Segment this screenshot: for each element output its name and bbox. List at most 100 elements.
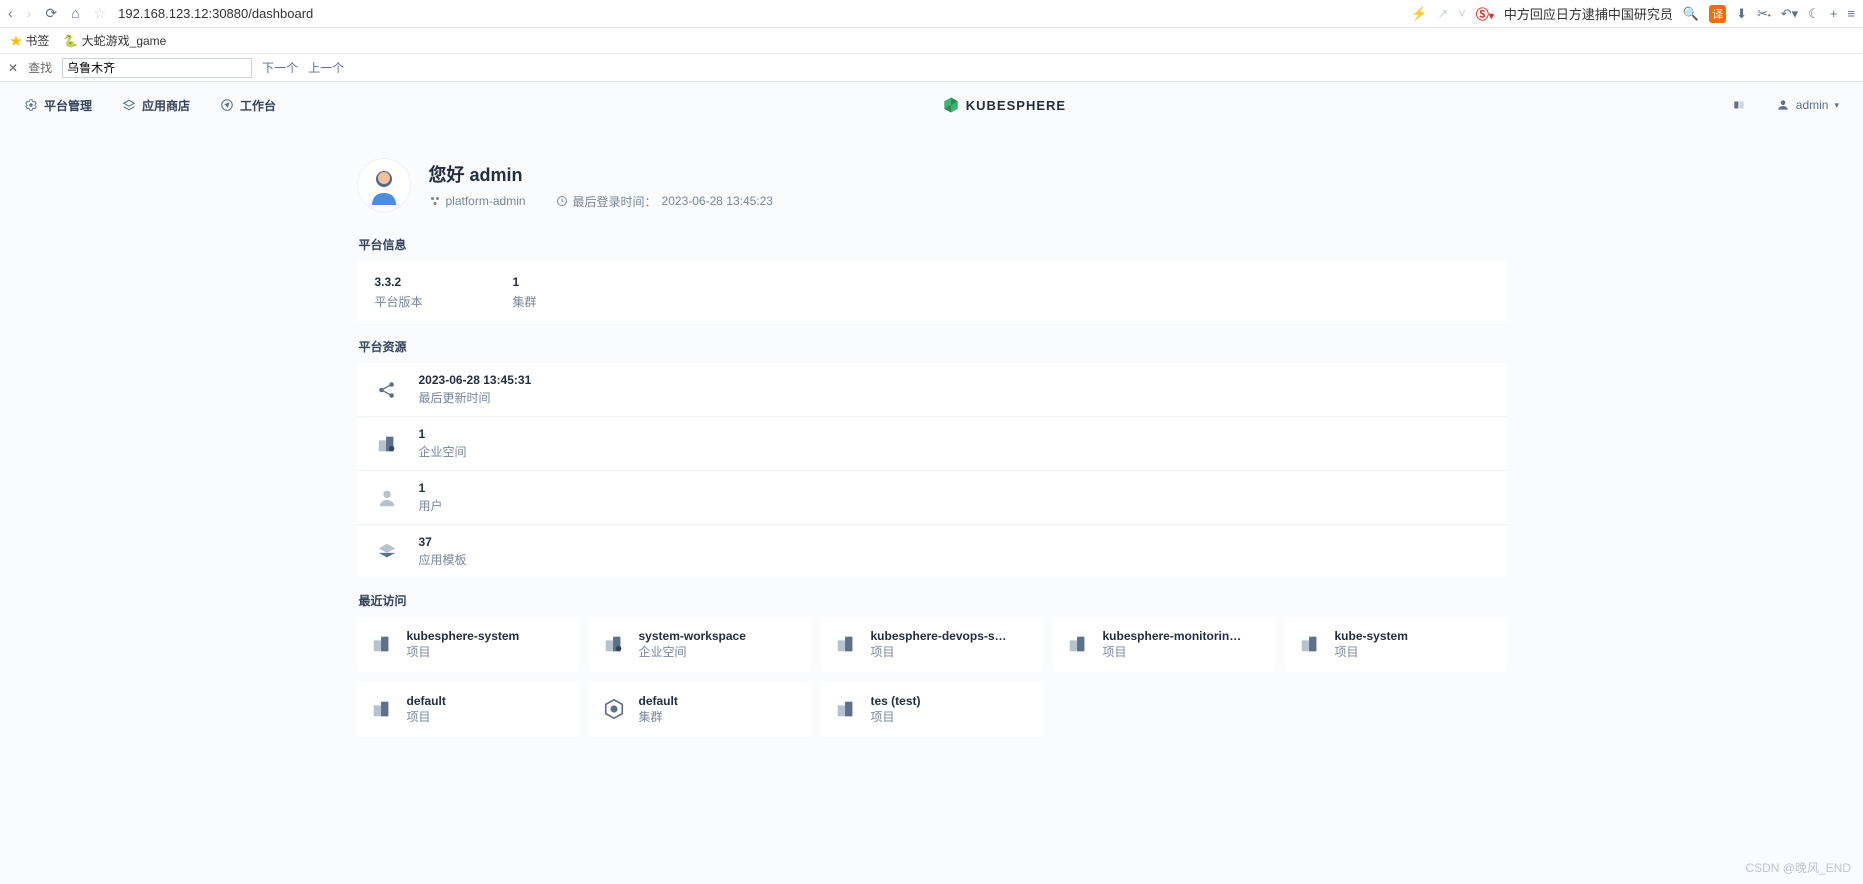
sogou-icon[interactable]: Ⓢ▾ bbox=[1476, 4, 1494, 23]
nav-platform[interactable]: 平台管理 bbox=[24, 97, 92, 114]
notification-icon[interactable] bbox=[1732, 98, 1746, 112]
plus-icon[interactable]: + bbox=[1830, 6, 1838, 21]
recent-sub: 项目 bbox=[871, 708, 921, 725]
search-icon[interactable]: 🔍 bbox=[1683, 6, 1699, 22]
news-text[interactable]: 中方回应日方逮捕中国研究员 bbox=[1504, 4, 1673, 23]
template-icon bbox=[373, 538, 401, 566]
recent-title: system-workspace bbox=[639, 629, 746, 643]
resource-val: 2023-06-28 13:45:31 bbox=[419, 373, 532, 387]
recent-card[interactable]: default项目 bbox=[357, 682, 579, 737]
resource-row[interactable]: 37 应用模板 bbox=[357, 525, 1507, 578]
user-menu[interactable]: admin ▾ bbox=[1776, 98, 1839, 112]
resource-lbl: 用户 bbox=[419, 497, 443, 514]
recent-card[interactable]: default集群 bbox=[589, 682, 811, 737]
avatar bbox=[357, 158, 411, 212]
recent-title: tes (test) bbox=[871, 694, 921, 708]
project-icon bbox=[371, 698, 395, 722]
recent-card[interactable]: kubesphere-devops-system项目 bbox=[821, 617, 1043, 672]
cluster-count-item: 1 集群 bbox=[513, 275, 537, 310]
resource-row[interactable]: 1 企业空间 bbox=[357, 417, 1507, 471]
store-icon bbox=[122, 98, 136, 112]
logo[interactable]: KUBESPHERE bbox=[276, 96, 1732, 114]
resource-val: 37 bbox=[419, 535, 467, 549]
share-icon bbox=[373, 376, 401, 404]
hello-header: 您好 admin platform-admin 最后登录时间：2023-06-2… bbox=[357, 158, 1507, 212]
role-icon bbox=[429, 195, 441, 207]
project-icon bbox=[1299, 633, 1323, 657]
scissors-icon[interactable]: ✂• bbox=[1757, 6, 1771, 22]
recent-sub: 企业空间 bbox=[639, 643, 746, 660]
lastlogin: 最后登录时间：2023-06-28 13:45:23 bbox=[556, 193, 773, 210]
menu-icon[interactable]: ≡ bbox=[1847, 6, 1855, 21]
recent-title: kubesphere-system bbox=[407, 629, 520, 643]
reload-icon[interactable]: ⟳ bbox=[45, 5, 57, 22]
bookmark-item[interactable]: 🐍 大蛇游戏_game bbox=[63, 32, 166, 49]
gear-icon bbox=[24, 98, 38, 112]
project-icon bbox=[1067, 633, 1091, 657]
cluster-icon bbox=[603, 698, 627, 722]
section-recent: 最近访问 bbox=[359, 592, 1507, 609]
resource-row[interactable]: 1 用户 bbox=[357, 471, 1507, 525]
recent-title: default bbox=[407, 694, 446, 708]
project-icon bbox=[371, 633, 395, 657]
resource-row[interactable]: 2023-06-28 13:45:31 最后更新时间 bbox=[357, 363, 1507, 417]
home-icon[interactable]: ⌂ bbox=[71, 5, 79, 22]
platform-info-card: 3.3.2 平台版本 1 集群 bbox=[357, 261, 1507, 324]
recent-title: kubesphere-devops-system bbox=[871, 629, 1011, 643]
section-platform-resources: 平台资源 bbox=[359, 338, 1507, 355]
translate-badge[interactable]: 译 bbox=[1709, 5, 1726, 23]
recent-card[interactable]: kube-system项目 bbox=[1285, 617, 1507, 672]
recent-title: kubesphere-monitoring-federat... bbox=[1103, 629, 1243, 643]
chevron-down-icon[interactable]: ˅ bbox=[1458, 6, 1466, 21]
recent-card[interactable]: kubesphere-system项目 bbox=[357, 617, 579, 672]
url-text[interactable]: 192.168.123.12:30880/dashboard bbox=[118, 6, 313, 21]
hello-title: 您好 admin bbox=[429, 161, 773, 187]
star-icon[interactable]: ☆ bbox=[94, 5, 107, 22]
resource-lbl: 最后更新时间 bbox=[419, 389, 532, 406]
resource-lbl: 企业空间 bbox=[419, 443, 467, 460]
user-icon bbox=[373, 484, 401, 512]
moon-icon[interactable]: ☾ bbox=[1808, 6, 1820, 22]
recent-title: kube-system bbox=[1335, 629, 1408, 643]
find-next[interactable]: 下一个 bbox=[262, 59, 298, 76]
share-icon[interactable]: ↗ bbox=[1437, 6, 1448, 22]
find-prev[interactable]: 上一个 bbox=[308, 59, 344, 76]
recent-card[interactable]: system-workspace企业空间 bbox=[589, 617, 811, 672]
recent-title: default bbox=[639, 694, 678, 708]
user-icon bbox=[1776, 98, 1790, 112]
back-icon[interactable]: ‹ bbox=[8, 5, 13, 22]
find-bar: ✕ 查找 下一个 上一个 bbox=[0, 54, 1863, 82]
version-item: 3.3.2 平台版本 bbox=[375, 275, 423, 310]
bookmark-folder[interactable]: ★ 书签 bbox=[10, 32, 49, 49]
flash-icon[interactable]: ⚡ bbox=[1411, 6, 1427, 22]
bookmark-bar: ★ 书签 🐍 大蛇游戏_game bbox=[0, 28, 1863, 54]
nav-workbench[interactable]: 工作台 bbox=[220, 97, 276, 114]
section-platform-info: 平台信息 bbox=[359, 236, 1507, 253]
recent-sub: 项目 bbox=[1335, 643, 1408, 660]
find-label: 查找 bbox=[28, 59, 52, 76]
chevron-down-icon: ▾ bbox=[1834, 100, 1839, 111]
forward-icon[interactable]: › bbox=[27, 5, 32, 22]
close-find-icon[interactable]: ✕ bbox=[8, 61, 18, 75]
role-badge: platform-admin bbox=[429, 193, 526, 210]
undo-icon[interactable]: ↶▾ bbox=[1781, 6, 1798, 22]
recent-card[interactable]: kubesphere-monitoring-federat...项目 bbox=[1053, 617, 1275, 672]
watermark: CSDN @晚风_END bbox=[1745, 859, 1851, 876]
resource-val: 1 bbox=[419, 427, 467, 441]
download-icon[interactable]: ⬇ bbox=[1736, 6, 1747, 22]
find-input[interactable] bbox=[62, 58, 252, 78]
recent-sub: 项目 bbox=[1103, 643, 1243, 660]
recent-sub: 集群 bbox=[639, 708, 678, 725]
browser-toolbar: ‹ › ⟳ ⌂ ☆ 192.168.123.12:30880/dashboard… bbox=[0, 0, 1863, 28]
nav-appstore[interactable]: 应用商店 bbox=[122, 97, 190, 114]
recent-sub: 项目 bbox=[871, 643, 1011, 660]
workspace-icon bbox=[603, 633, 627, 657]
project-icon bbox=[835, 698, 859, 722]
recent-card[interactable]: tes (test)项目 bbox=[821, 682, 1043, 737]
resource-lbl: 应用模板 bbox=[419, 551, 467, 568]
clock-icon bbox=[556, 195, 568, 207]
compass-icon bbox=[220, 98, 234, 112]
project-icon bbox=[835, 633, 859, 657]
resource-val: 1 bbox=[419, 481, 443, 495]
workspace-icon bbox=[373, 430, 401, 458]
